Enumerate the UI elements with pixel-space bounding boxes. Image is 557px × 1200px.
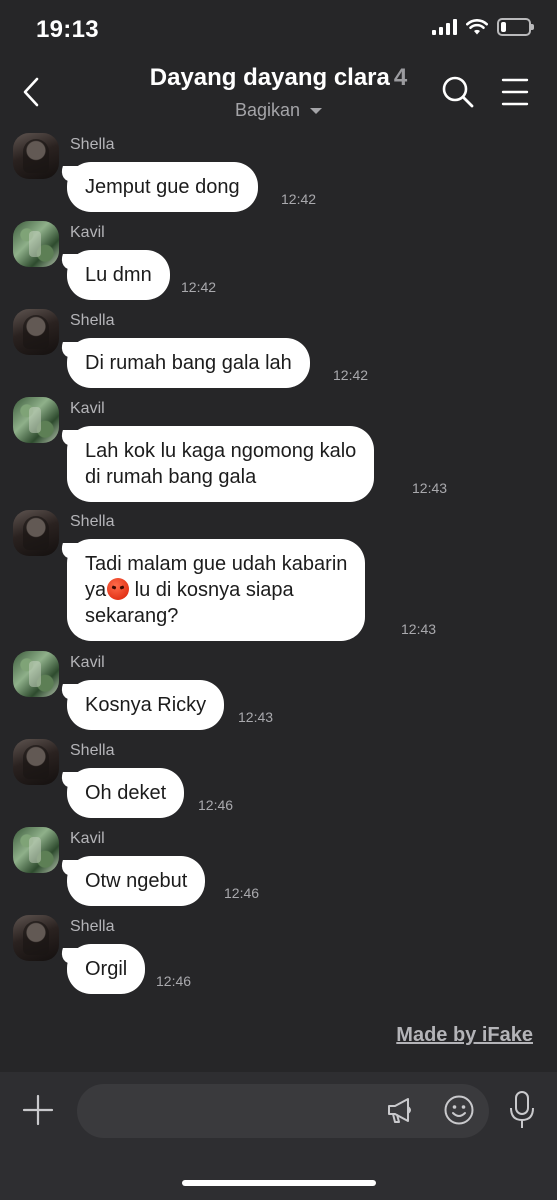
- message-input[interactable]: [77, 1084, 489, 1138]
- avatar[interactable]: [13, 827, 59, 873]
- sender-name: Kavil: [70, 830, 105, 847]
- message-time: 12:43: [238, 709, 274, 725]
- sender-name: Kavil: [70, 224, 105, 241]
- message-bubble[interactable]: Lah kok lu kaga ngomong kalo di rumah ba…: [67, 426, 375, 502]
- share-dropdown[interactable]: Bagikan: [234, 100, 323, 121]
- message-time: 12:43: [412, 480, 448, 496]
- message-bubble[interactable]: Oh deket: [67, 768, 185, 818]
- wifi-icon: [466, 18, 488, 34]
- share-label: Bagikan: [234, 100, 301, 120]
- message-bubble[interactable]: Jemput gue dong: [67, 162, 258, 212]
- battery-icon: [497, 18, 534, 36]
- home-indicator: [182, 1180, 376, 1186]
- add-attachment-button[interactable]: [22, 1094, 54, 1126]
- menu-button[interactable]: [500, 74, 530, 110]
- avatar[interactable]: [13, 510, 59, 556]
- sender-name: Shella: [70, 312, 115, 329]
- microphone-icon: [510, 1091, 534, 1128]
- smiley-icon: [444, 1095, 474, 1125]
- watermark-link[interactable]: Made by iFake: [396, 1024, 533, 1047]
- avatar[interactable]: [13, 651, 59, 697]
- emoji-button[interactable]: [443, 1094, 475, 1126]
- message-time: 12:46: [224, 885, 260, 901]
- avatar[interactable]: [13, 221, 59, 267]
- signal-icon: [432, 19, 457, 35]
- message-bubble[interactable]: Orgil: [67, 944, 146, 994]
- message-time: 12:42: [181, 279, 217, 295]
- message-time: 12:46: [198, 797, 234, 813]
- pouting-face-emoji-icon: [107, 578, 130, 600]
- message-bubble[interactable]: Kosnya Ricky: [67, 680, 225, 730]
- message-bubble[interactable]: Otw ngebut: [67, 856, 206, 906]
- sender-name: Shella: [70, 742, 115, 759]
- message-bubble[interactable]: Tadi malam gue udah kabarin ya lu di kos…: [67, 539, 366, 641]
- menu-icon: [501, 78, 529, 106]
- status-bar: 19:13: [0, 0, 557, 58]
- sender-name: Kavil: [70, 400, 105, 417]
- sender-name: Shella: [70, 513, 115, 530]
- sender-name: Shella: [70, 918, 115, 935]
- search-button[interactable]: [440, 74, 476, 110]
- status-icons: [432, 18, 534, 36]
- voice-message-button[interactable]: [508, 1090, 536, 1130]
- chat-header: Dayang dayang clara 4 Bagikan: [0, 58, 557, 128]
- announcement-button[interactable]: [384, 1094, 416, 1126]
- chat-title: Dayang dayang clara: [149, 64, 390, 91]
- message-bubble[interactable]: Di rumah bang gala lah: [67, 338, 310, 388]
- search-icon: [442, 76, 474, 108]
- message-bubble[interactable]: Lu dmn: [67, 250, 170, 300]
- avatar[interactable]: [13, 133, 59, 179]
- caret-down-icon: [310, 107, 323, 114]
- member-count: 4: [393, 64, 408, 91]
- message-time: 12:43: [401, 621, 437, 637]
- avatar[interactable]: [13, 739, 59, 785]
- avatar[interactable]: [13, 309, 59, 355]
- message-time: 12:42: [333, 367, 369, 383]
- megaphone-icon: [388, 1098, 411, 1123]
- status-time: 19:13: [36, 16, 99, 43]
- message-time: 12:42: [281, 191, 317, 207]
- plus-icon: [22, 1094, 54, 1126]
- message-time: 12:46: [156, 973, 192, 989]
- sender-name: Kavil: [70, 654, 105, 671]
- sender-name: Shella: [70, 136, 115, 153]
- avatar[interactable]: [13, 397, 59, 443]
- avatar[interactable]: [13, 915, 59, 961]
